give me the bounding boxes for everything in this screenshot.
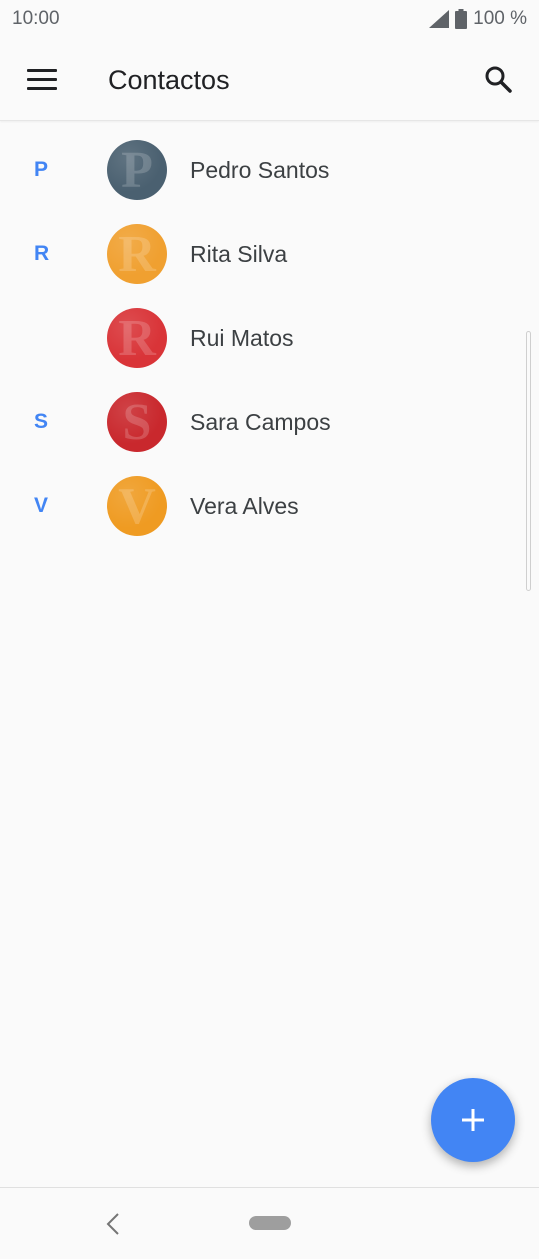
status-bar: 10:00 100 % xyxy=(0,0,539,38)
contact-name: Vera Alves xyxy=(190,492,299,519)
section-letter: S xyxy=(34,410,49,433)
add-contact-button[interactable] xyxy=(431,1078,515,1162)
contact-name: Rita Silva xyxy=(190,240,288,267)
status-indicators: 100 % xyxy=(429,8,527,30)
back-icon[interactable] xyxy=(104,1212,122,1236)
avatar: P xyxy=(107,140,167,200)
battery-level: 100 % xyxy=(473,8,527,29)
contact-row[interactable]: P P Pedro Santos xyxy=(0,128,539,212)
contact-name: Rui Matos xyxy=(190,324,294,351)
contact-row[interactable]: V V Vera Alves xyxy=(0,464,539,548)
home-button[interactable] xyxy=(249,1216,291,1230)
section-letter: R xyxy=(34,242,50,265)
battery-icon xyxy=(455,9,468,29)
contact-row[interactable]: R R Rita Silva xyxy=(0,212,539,296)
avatar: S xyxy=(107,392,167,452)
app-bar: Contactos xyxy=(0,38,539,121)
scrollbar[interactable] xyxy=(526,331,531,591)
plus-icon xyxy=(462,1109,484,1131)
menu-icon[interactable] xyxy=(27,69,57,91)
contact-name: Pedro Santos xyxy=(190,156,330,183)
contact-row[interactable]: R Rui Matos xyxy=(0,296,539,380)
navigation-bar xyxy=(0,1187,539,1259)
contact-list: P P Pedro Santos R R Rita Silva R Rui Matos S S Sa… xyxy=(0,128,539,548)
section-letter: P xyxy=(34,158,49,181)
section-letter: V xyxy=(34,494,49,517)
section-letter xyxy=(34,296,54,380)
avatar: V xyxy=(107,476,167,536)
status-time: 10:00 xyxy=(12,8,60,29)
page-title: Contactos xyxy=(108,65,230,95)
search-icon[interactable] xyxy=(483,64,513,94)
contact-name: Sara Campos xyxy=(190,408,331,435)
avatar: R xyxy=(107,308,167,368)
contact-row[interactable]: S S Sara Campos xyxy=(0,380,539,464)
signal-icon xyxy=(429,10,450,28)
avatar: R xyxy=(107,224,167,284)
